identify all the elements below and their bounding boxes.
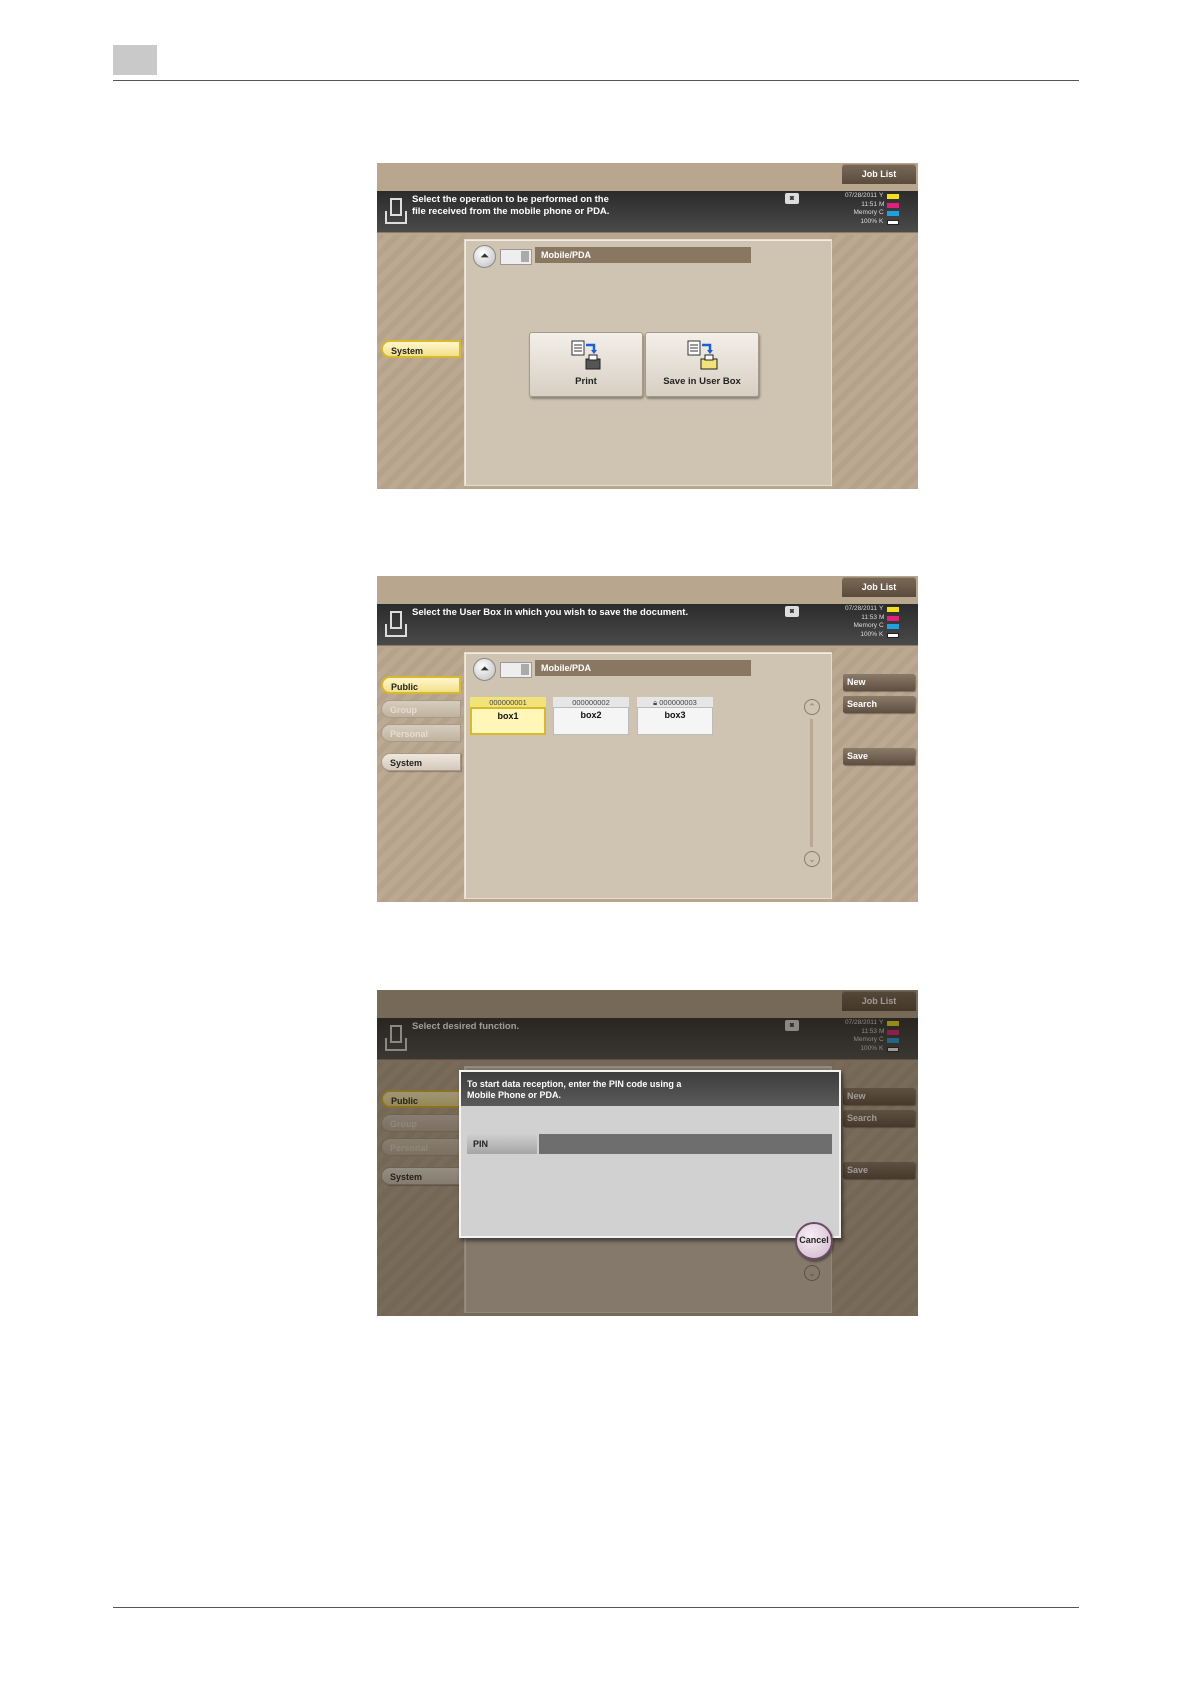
pin-dialog: To start data reception, enter the PIN c… xyxy=(459,1070,841,1238)
scroll-up-icon[interactable]: ⌃ xyxy=(804,699,820,715)
dialog-message: To start data reception, enter the PIN c… xyxy=(461,1072,839,1106)
box-name: box2 xyxy=(553,707,629,735)
status-readout: 07/28/2011 11:51 Memory 100% xyxy=(817,192,877,226)
toner-k-label: K xyxy=(879,630,884,638)
scroll-down-icon[interactable]: ⌄ xyxy=(804,851,820,867)
page-header-tab xyxy=(113,45,157,75)
user-box-box1[interactable]: 000000001 box1 xyxy=(470,697,546,735)
tab-group[interactable]: Group xyxy=(381,700,461,718)
main-panel: ⏶ Mobile/PDA Print Save in User Box xyxy=(464,239,832,486)
document-icon xyxy=(385,611,407,637)
document-icon xyxy=(385,198,407,224)
pin-label: PIN xyxy=(467,1134,537,1154)
toner-k-bar xyxy=(887,219,899,225)
message-bar: Select the User Box in which you wish to… xyxy=(377,604,918,646)
memory-value: 100% xyxy=(860,217,877,225)
user-box-box3[interactable]: 🔒︎ 000000003 box3 xyxy=(637,697,713,735)
toner-m-bar xyxy=(887,202,899,208)
date: 07/28/2011 xyxy=(844,605,877,612)
memory-label: Memory xyxy=(853,622,877,629)
box-name: box1 xyxy=(470,707,546,735)
header-rule xyxy=(113,80,1079,81)
message-text: Select the operation to be performed on … xyxy=(412,194,610,217)
path-label: Mobile/PDA xyxy=(535,660,751,676)
toner-c-bar xyxy=(887,211,899,216)
save-in-user-box-label: Save in User Box xyxy=(663,376,741,387)
memory-value: 100% xyxy=(860,630,877,638)
tab-personal[interactable]: Personal xyxy=(381,724,461,742)
toner-levels: Y M C K xyxy=(879,605,915,639)
path-label: Mobile/PDA xyxy=(535,247,751,263)
new-button[interactable]: New xyxy=(843,674,915,691)
box-folder-icon xyxy=(500,249,532,265)
toner-y-bar xyxy=(887,607,899,612)
toner-m-label: M xyxy=(879,613,885,621)
user-box-box2[interactable]: 000000002 box2 xyxy=(553,697,629,735)
toner-y-label: Y xyxy=(879,192,884,199)
toner-c-label: C xyxy=(879,622,884,629)
box-folder-icon xyxy=(500,662,532,678)
save-in-user-box-icon xyxy=(687,340,718,370)
save-button[interactable]: Save xyxy=(843,748,915,765)
date: 07/28/2011 xyxy=(844,192,877,199)
status-readout: 07/28/2011 11:53 Memory 100% xyxy=(817,605,877,639)
toner-m-bar xyxy=(887,615,899,621)
up-arrow-icon[interactable]: ⏶ xyxy=(473,658,496,681)
footer-rule xyxy=(113,1607,1079,1608)
toner-k-label: K xyxy=(879,217,884,225)
toner-y-bar xyxy=(887,194,899,199)
main-panel: ⏶ Mobile/PDA 000000001 box1 000000002 bo… xyxy=(464,652,832,899)
screen-user-box-select: Job List Select the User Box in which yo… xyxy=(377,576,918,902)
box-name: box3 xyxy=(637,707,713,735)
box-number-text: 000000003 xyxy=(659,698,697,707)
lock-icon: 🔒︎ xyxy=(653,698,658,707)
camera-icon: ◙ xyxy=(785,193,799,204)
job-list-button[interactable]: Job List xyxy=(842,577,916,597)
tab-public[interactable]: Public xyxy=(381,676,461,694)
cancel-button[interactable]: Cancel xyxy=(795,1222,833,1260)
search-button[interactable]: Search xyxy=(843,696,915,713)
pin-field[interactable] xyxy=(539,1134,832,1154)
time: 11:51 xyxy=(861,200,877,208)
right-panel xyxy=(830,235,918,489)
time: 11:53 xyxy=(861,613,877,621)
toner-y-label: Y xyxy=(879,605,884,612)
toner-c-bar xyxy=(887,624,899,629)
screen-operation-select: Job List Select the operation to be perf… xyxy=(377,163,918,489)
print-button[interactable]: Print xyxy=(529,332,643,397)
memory-label: Memory xyxy=(853,209,877,216)
print-icon xyxy=(571,340,601,370)
toner-m-label: M xyxy=(879,200,885,208)
screen-pin-dialog: Job List Select desired function. ◙ 07/2… xyxy=(377,990,918,1316)
tab-system[interactable]: System xyxy=(381,753,461,771)
message-bar: Select the operation to be performed on … xyxy=(377,191,918,233)
tab-system[interactable]: System xyxy=(381,340,461,358)
camera-icon: ◙ xyxy=(785,606,799,617)
left-panel xyxy=(377,235,465,489)
toner-k-bar xyxy=(887,632,899,638)
toner-c-label: C xyxy=(879,209,884,216)
message-text: Select the User Box in which you wish to… xyxy=(412,607,689,618)
print-label: Print xyxy=(575,376,597,387)
save-in-user-box-button[interactable]: Save in User Box xyxy=(645,332,759,397)
scrollbar[interactable] xyxy=(810,719,813,847)
toner-levels: Y M C K xyxy=(879,192,915,226)
up-arrow-icon[interactable]: ⏶ xyxy=(473,245,496,268)
job-list-button[interactable]: Job List xyxy=(842,164,916,184)
